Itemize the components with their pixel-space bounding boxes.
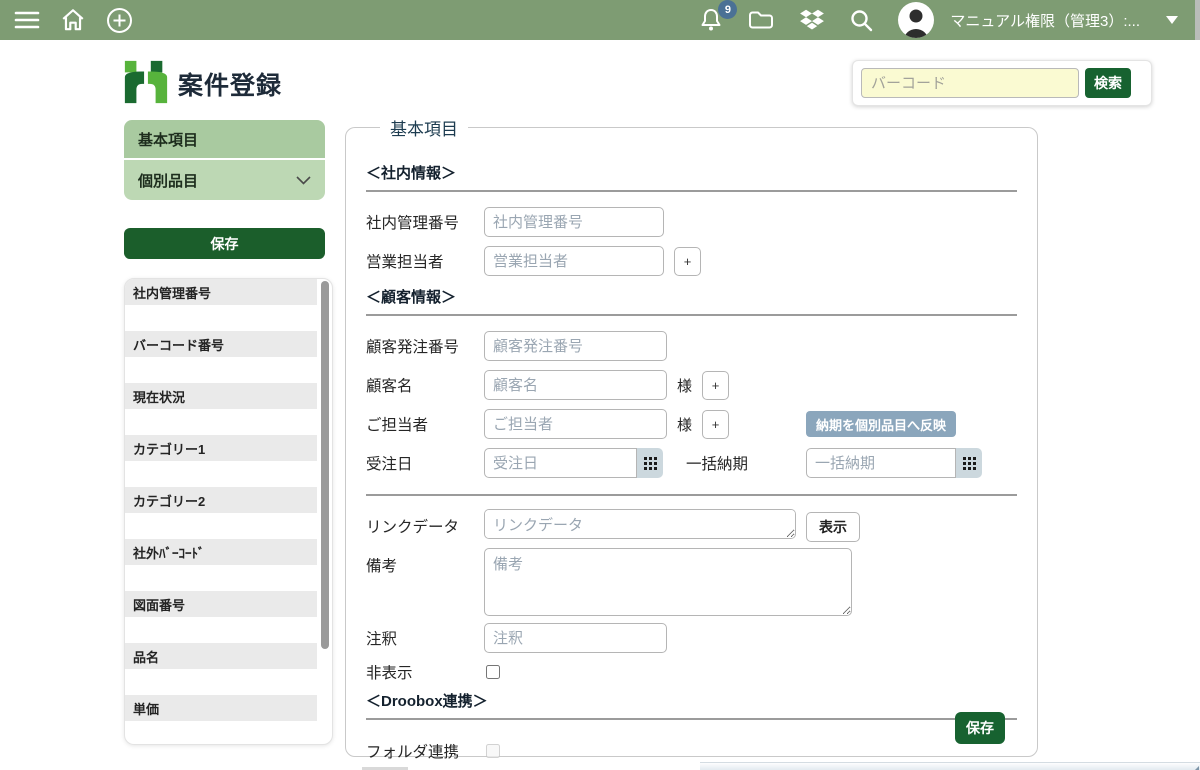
divider [366, 494, 1017, 496]
home-icon[interactable] [60, 7, 86, 33]
field-list-value [125, 565, 332, 591]
honorific-label: 様 [677, 414, 692, 435]
hidden-label: 非表示 [366, 661, 484, 683]
chevron-down-icon [296, 176, 311, 185]
field-list-value [125, 409, 332, 435]
customer-name-input[interactable] [484, 370, 667, 400]
user-avatar[interactable] [898, 2, 934, 38]
dropbox-icon[interactable] [799, 8, 825, 32]
sidebar-nav: 基本項目 個別品目 [124, 120, 325, 200]
divider [366, 314, 1017, 316]
folder-link-label: フォルダ連携 [366, 740, 484, 762]
sidebar-item-basic-label: 基本項目 [138, 129, 198, 150]
divider [366, 718, 1017, 720]
calendar-grid-icon[interactable] [637, 448, 663, 478]
sidebar-item-individual-label: 個別品目 [138, 170, 198, 191]
top-navbar: 9 マニュアル権限（管理3）:... [0, 0, 1200, 40]
barcode-search-button[interactable]: 検索 [1085, 68, 1131, 98]
field-list-value [125, 461, 332, 487]
field-list-item: カテゴリー2 [125, 487, 317, 513]
link-data-label: リンクデータ [366, 515, 484, 537]
field-list-item: 品名 [125, 643, 317, 669]
batch-delivery-input[interactable] [806, 448, 956, 478]
droobox-heading: ＜Droobox連携＞ [366, 690, 1017, 711]
search-icon[interactable] [849, 8, 874, 33]
field-list-item: 図面番号 [125, 591, 317, 617]
field-list-value [125, 357, 332, 383]
honorific-label: 様 [677, 375, 692, 396]
hamburger-menu-icon[interactable] [14, 10, 40, 30]
field-list-value [125, 305, 332, 331]
contact-person-label: ご担当者 [366, 413, 484, 435]
customer-order-no-input[interactable] [484, 331, 667, 361]
field-list-item: 単価 [125, 695, 317, 721]
field-list-item: 現在状況 [125, 383, 317, 409]
window-vertical-scrollbar[interactable] [1195, 0, 1200, 40]
field-list-scrollbar[interactable] [321, 281, 329, 649]
sales-rep-label: 営業担当者 [366, 250, 484, 272]
reflect-delivery-button[interactable]: 納期を個別品目へ反映 [806, 411, 956, 437]
add-sales-rep-button[interactable]: + [674, 247, 701, 276]
add-customer-button[interactable]: + [702, 371, 729, 400]
sidebar-item-basic[interactable]: 基本項目 [124, 120, 325, 160]
barcode-search-card: 検索 [852, 60, 1152, 106]
notification-badge: 9 [718, 0, 737, 19]
remarks-textarea[interactable] [484, 548, 852, 616]
field-list-item: 社内管理番号 [125, 279, 317, 305]
field-list-value [125, 721, 332, 745]
sales-rep-input[interactable] [484, 246, 664, 276]
form-save-button[interactable]: 保存 [955, 712, 1005, 744]
caret-down-icon[interactable] [1166, 16, 1178, 24]
folder-link-checkbox [486, 744, 500, 758]
app-logo [122, 58, 170, 106]
window-horizontal-scrollbar[interactable] [700, 762, 1200, 770]
barcode-input[interactable] [861, 68, 1079, 98]
bell-icon[interactable]: 9 [699, 7, 723, 33]
link-data-textarea[interactable] [484, 509, 796, 539]
resize-corner [1195, 766, 1199, 770]
field-list-value [125, 513, 332, 539]
sidebar-save-button[interactable]: 保存 [124, 228, 325, 259]
batch-delivery-label: 一括納期 [686, 452, 748, 474]
customer-order-no-label: 顧客発注番号 [366, 335, 484, 357]
show-button[interactable]: 表示 [806, 512, 860, 542]
user-menu-label[interactable]: マニュアル権限（管理3）:... [950, 10, 1140, 31]
field-list-panel: 社内管理番号 バーコード番号 現在状況 カテゴリー1 カテゴリー2 社外ﾊﾞｰｺ… [124, 278, 333, 745]
customer-info-heading: ＜顧客情報＞ [366, 286, 1017, 307]
internal-no-label: 社内管理番号 [366, 211, 484, 233]
note-input[interactable] [484, 623, 667, 653]
divider [366, 190, 1017, 192]
hidden-checkbox[interactable] [486, 665, 500, 679]
order-date-input[interactable] [484, 448, 637, 478]
internal-info-heading: ＜社内情報＞ [366, 162, 1017, 183]
basic-items-fieldset: 基本項目 ＜社内情報＞ 社内管理番号 営業担当者 + ＜顧客情報＞ 顧客発注番号… [345, 115, 1038, 757]
calendar-grid-icon[interactable] [956, 448, 982, 478]
contact-person-input[interactable] [484, 409, 667, 439]
page-title: 案件登録 [178, 66, 282, 102]
sidebar-item-individual[interactable]: 個別品目 [124, 160, 325, 200]
fieldset-legend: 基本項目 [380, 115, 468, 140]
internal-no-input[interactable] [484, 207, 664, 237]
note-label: 注釈 [366, 627, 484, 649]
field-list-value [125, 669, 332, 695]
customer-name-label: 顧客名 [366, 374, 484, 396]
field-list-item: 社外ﾊﾞｰｺｰﾄﾞ [125, 539, 317, 565]
field-list-item: カテゴリー1 [125, 435, 317, 461]
field-list-value [125, 617, 332, 643]
plus-circle-icon[interactable] [106, 7, 133, 34]
folder-icon[interactable] [747, 8, 775, 32]
add-contact-button[interactable]: + [702, 410, 729, 439]
order-date-label: 受注日 [366, 452, 484, 474]
field-list-item: バーコード番号 [125, 331, 317, 357]
remarks-label: 備考 [366, 554, 484, 576]
